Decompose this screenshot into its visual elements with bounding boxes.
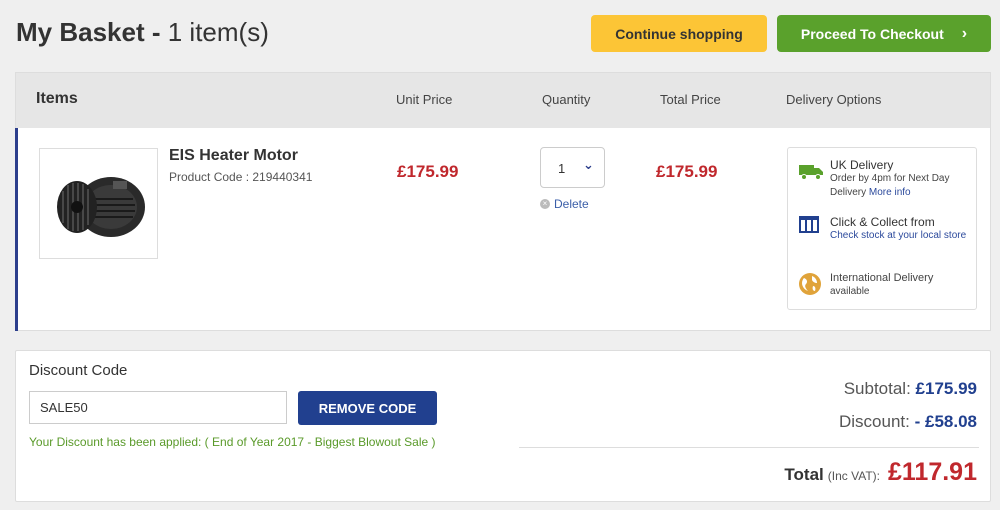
product-image[interactable] bbox=[39, 148, 158, 259]
intl-delivery-line2: available bbox=[830, 286, 870, 297]
header-quantity: Quantity bbox=[542, 92, 591, 107]
page-title-main: My Basket - bbox=[16, 17, 161, 47]
checkout-label: Proceed To Checkout bbox=[800, 25, 944, 42]
summary-panel: Discount Code REMOVE CODE Your Discount … bbox=[15, 350, 991, 502]
discount-row: Discount: - £58.08 bbox=[839, 412, 977, 432]
continue-shopping-button[interactable]: Continue shopping bbox=[591, 15, 767, 52]
remove-code-label: REMOVE CODE bbox=[318, 400, 417, 416]
discount-code-label: Discount Code bbox=[29, 362, 128, 379]
international-delivery-option: International Delivery available bbox=[830, 271, 933, 299]
total-inc-vat: (Inc VAT): bbox=[827, 469, 880, 483]
subtotal-value: £175.99 bbox=[915, 379, 977, 398]
unit-price: £175.99 bbox=[397, 162, 459, 181]
discount-label: Discount: bbox=[839, 412, 910, 431]
close-icon: × bbox=[540, 199, 550, 209]
chevron-right-icon: › bbox=[961, 24, 968, 42]
page-title: My Basket - 1 item(s) bbox=[16, 17, 269, 48]
header-unit-price: Unit Price bbox=[396, 92, 453, 107]
delete-item-button[interactable]: × Delete bbox=[540, 197, 589, 211]
product-name[interactable]: EIS Heater Motor bbox=[169, 147, 298, 165]
quantity-select[interactable]: 1 ⌄ bbox=[540, 147, 605, 188]
click-collect-title: Click & Collect from bbox=[830, 215, 935, 229]
header-items: Items bbox=[36, 90, 78, 107]
quantity-value: 1 bbox=[558, 161, 566, 176]
uk-delivery-more-info-link[interactable]: More info bbox=[869, 187, 911, 198]
header-total-price: Total Price bbox=[660, 92, 721, 107]
subtotal-label: Subtotal: bbox=[843, 379, 911, 398]
total-price: £175.99 bbox=[656, 162, 718, 181]
chevron-down-icon: ⌄ bbox=[583, 157, 594, 172]
product-code: Product Code : 219440341 bbox=[169, 170, 313, 184]
uk-delivery-title: UK Delivery bbox=[830, 158, 894, 172]
delivery-truck-icon bbox=[799, 165, 823, 180]
proceed-to-checkout-button[interactable]: Proceed To Checkout › bbox=[777, 15, 991, 52]
total-row: Total (Inc VAT): £117.91 bbox=[784, 458, 977, 487]
discount-applied-message: Your Discount has been applied: ( End of… bbox=[29, 435, 436, 449]
subtotal-row: Subtotal: £175.99 bbox=[844, 379, 977, 399]
store-icon bbox=[799, 216, 819, 233]
basket-header: Items Unit Price Quantity Total Price De… bbox=[16, 73, 990, 128]
check-stock-link[interactable]: Check stock at your local store bbox=[830, 229, 970, 243]
header-delivery-options: Delivery Options bbox=[786, 92, 882, 107]
basket-panel: Items Unit Price Quantity Total Price De… bbox=[15, 72, 991, 331]
row-accent-bar bbox=[15, 128, 18, 331]
remove-code-button[interactable]: REMOVE CODE bbox=[298, 391, 437, 425]
uk-delivery-line1: Order by 4pm for Next Day bbox=[830, 173, 950, 184]
summary-divider bbox=[519, 447, 979, 448]
total-value: £117.91 bbox=[888, 458, 977, 486]
item-count: 1 item(s) bbox=[167, 17, 269, 47]
intl-delivery-title: International Delivery bbox=[830, 272, 934, 284]
total-label: Total bbox=[784, 465, 824, 484]
click-collect-option: Click & Collect from Check stock at your… bbox=[830, 215, 970, 243]
continue-shopping-label: Continue shopping bbox=[615, 25, 743, 42]
delete-label: Delete bbox=[554, 197, 589, 211]
uk-delivery-line2: Delivery bbox=[830, 187, 867, 198]
globe-icon bbox=[799, 273, 821, 295]
delivery-options-box: UK Delivery Order by 4pm for Next Day De… bbox=[787, 147, 977, 310]
discount-code-input[interactable] bbox=[29, 391, 287, 424]
heater-motor-image bbox=[56, 176, 145, 237]
discount-value: - £58.08 bbox=[914, 412, 977, 431]
uk-delivery-option: UK Delivery Order by 4pm for Next Day De… bbox=[830, 158, 949, 200]
